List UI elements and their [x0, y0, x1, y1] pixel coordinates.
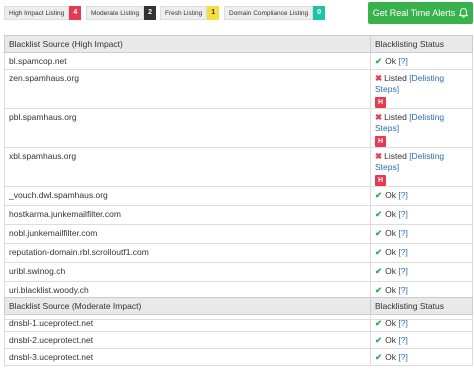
- table-row: zen.spamhaus.org ✖ Listed [Delisting Step…: [4, 69, 473, 109]
- table-row: dnsbl-3.uceprotect.net ✔ Ok [?]: [4, 348, 473, 366]
- table-row: dnsbl-1.uceprotect.net ✔ Ok [?]: [4, 314, 473, 332]
- source-cell: xbl.spamhaus.org: [4, 147, 371, 187]
- table-row: _vouch.dwl.spamhaus.org ✔ Ok [?]: [4, 186, 473, 206]
- status-ok: Ok: [385, 209, 396, 219]
- source-cell: dnsbl-3.uceprotect.net: [4, 348, 371, 366]
- status-listed: Listed: [384, 73, 407, 83]
- badge-label: Fresh Listing: [160, 6, 208, 20]
- status-ok: Ok: [385, 352, 396, 362]
- source-cell: pbl.spamhaus.org: [4, 108, 371, 148]
- badge-count: 0: [313, 6, 326, 20]
- check-icon: ✔: [375, 190, 383, 200]
- bell-icon: [458, 7, 469, 18]
- badge-moderate[interactable]: Moderate Listing 2: [86, 6, 157, 20]
- high-impact-badge: H: [375, 136, 386, 147]
- help-link[interactable]: [?]: [398, 247, 407, 257]
- source-cell: dnsbl-1.uceprotect.net: [4, 314, 371, 332]
- badge-count: 2: [144, 6, 157, 20]
- help-link[interactable]: [?]: [398, 285, 407, 295]
- check-icon: ✔: [375, 352, 383, 362]
- status-ok: Ok: [385, 318, 396, 328]
- check-icon: ✔: [375, 247, 383, 257]
- table-row: reputation-domain.rbl.scrolloutf1.com ✔ O…: [4, 243, 473, 263]
- status-cell: ✔Ok [?]: [370, 331, 473, 349]
- cross-icon: ✖: [375, 151, 383, 161]
- status-cell: ✔Ok [?]: [370, 224, 473, 244]
- status-cell: ✔Ok [?]: [370, 52, 473, 70]
- status-ok: Ok: [385, 335, 396, 345]
- status-cell: ✔Ok [?]: [370, 348, 473, 366]
- badge-domain-compliance[interactable]: Domain Compliance Listing 0: [224, 6, 326, 20]
- source-cell: dnsbl-2.uceprotect.net: [4, 331, 371, 349]
- table-row: xbl.spamhaus.org ✖ Listed [Delisting Step…: [4, 147, 473, 187]
- source-cell: bl.spamcop.net: [4, 52, 371, 70]
- status-listed: Listed: [384, 112, 407, 122]
- status-cell: ✔Ok [?]: [370, 314, 473, 332]
- source-cell: uribl.swinog.ch: [4, 262, 371, 282]
- status-ok: Ok: [385, 228, 396, 238]
- status-cell: ✔Ok [?]: [370, 186, 473, 206]
- help-link[interactable]: [?]: [398, 190, 407, 200]
- table-header-row: Blacklist Source (High Impact) Blacklist…: [4, 35, 473, 53]
- badge-label: Moderate Listing: [86, 6, 145, 20]
- status-cell: ✔Ok [?]: [370, 262, 473, 282]
- cross-icon: ✖: [375, 112, 383, 122]
- badge-label: High Impact Listing: [4, 6, 70, 20]
- table-row: hostkarma.junkemailfilter.com ✔ Ok [?]: [4, 205, 473, 225]
- check-icon: ✔: [375, 318, 383, 328]
- get-real-time-alerts-button[interactable]: Get Real Time Alerts: [368, 2, 473, 24]
- check-icon: ✔: [375, 209, 383, 219]
- header-status: Blacklisting Status: [370, 35, 473, 53]
- badge-fresh[interactable]: Fresh Listing 1: [160, 6, 220, 20]
- help-link[interactable]: [?]: [398, 209, 407, 219]
- status-cell: ✔Ok [?]: [370, 205, 473, 225]
- cross-icon: ✖: [375, 73, 383, 83]
- status-cell: ✔Ok [?]: [370, 243, 473, 263]
- table-row: nobl.junkemailfilter.com ✔ Ok [?]: [4, 224, 473, 244]
- help-link[interactable]: [?]: [398, 352, 407, 362]
- help-link[interactable]: [?]: [398, 335, 407, 345]
- check-icon: ✔: [375, 266, 383, 276]
- status-cell: ✖ Listed [Delisting Steps] H: [370, 69, 473, 109]
- help-link[interactable]: [?]: [398, 318, 407, 328]
- table-header-row: Blacklist Source (Moderate Impact) Black…: [4, 297, 473, 315]
- top-bar: High Impact Listing 4 Moderate Listing 2…: [0, 0, 474, 30]
- help-link[interactable]: [?]: [398, 56, 407, 66]
- table-row: dnsbl-2.uceprotect.net ✔ Ok [?]: [4, 331, 473, 349]
- status-ok: Ok: [385, 56, 396, 66]
- source-cell: zen.spamhaus.org: [4, 69, 371, 109]
- moderate-impact-blacklist-table: Blacklist Source (Moderate Impact) Black…: [4, 297, 473, 366]
- status-cell: ✖ Listed [Delisting Steps] H: [370, 147, 473, 187]
- header-status: Blacklisting Status: [370, 297, 473, 315]
- status-listed: Listed: [384, 151, 407, 161]
- alert-button-label: Get Real Time Alerts: [372, 8, 456, 18]
- status-ok: Ok: [385, 247, 396, 257]
- check-icon: ✔: [375, 285, 383, 295]
- high-impact-badge: H: [375, 175, 386, 186]
- source-cell: _vouch.dwl.spamhaus.org: [4, 186, 371, 206]
- source-cell: hostkarma.junkemailfilter.com: [4, 205, 371, 225]
- source-cell: nobl.junkemailfilter.com: [4, 224, 371, 244]
- badge-label: Domain Compliance Listing: [224, 6, 314, 20]
- table-row: pbl.spamhaus.org ✖ Listed [Delisting Step…: [4, 108, 473, 148]
- high-impact-badge: H: [375, 97, 386, 108]
- table-row: uribl.swinog.ch ✔ Ok [?]: [4, 262, 473, 282]
- badge-count: 1: [207, 6, 220, 20]
- status-ok: Ok: [385, 285, 396, 295]
- header-source: Blacklist Source (Moderate Impact): [4, 297, 371, 315]
- check-icon: ✔: [375, 56, 383, 66]
- help-link[interactable]: [?]: [398, 228, 407, 238]
- status-ok: Ok: [385, 266, 396, 276]
- status-ok: Ok: [385, 190, 396, 200]
- help-link[interactable]: [?]: [398, 266, 407, 276]
- table-row: bl.spamcop.net ✔ Ok [?]: [4, 52, 473, 70]
- header-source: Blacklist Source (High Impact): [4, 35, 371, 53]
- badge-high-impact[interactable]: High Impact Listing 4: [4, 6, 82, 20]
- status-cell: ✖ Listed [Delisting Steps] H: [370, 108, 473, 148]
- high-impact-blacklist-table: Blacklist Source (High Impact) Blacklist…: [4, 35, 473, 320]
- check-icon: ✔: [375, 228, 383, 238]
- badge-count: 4: [69, 6, 82, 20]
- source-cell: reputation-domain.rbl.scrolloutf1.com: [4, 243, 371, 263]
- check-icon: ✔: [375, 335, 383, 345]
